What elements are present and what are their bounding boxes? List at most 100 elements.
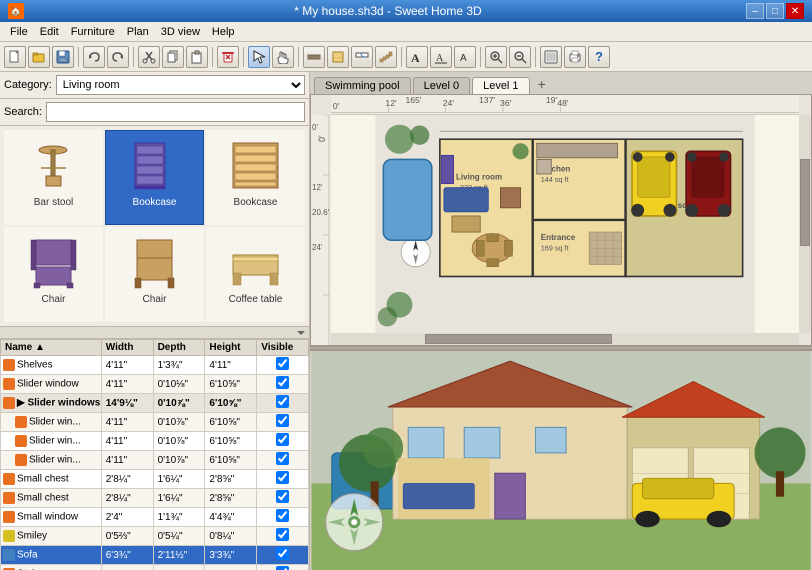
- table-row[interactable]: Small chest 2'8¼" 1'6¼" 2'8⅝": [1, 470, 309, 489]
- visible-checkbox[interactable]: [276, 490, 289, 503]
- furniture-item-coffee-table[interactable]: Coffee table: [206, 227, 305, 322]
- menu-3dview[interactable]: 3D view: [155, 24, 206, 40]
- room-tool[interactable]: [327, 46, 349, 68]
- plan-view[interactable]: 0' 12' 24' 36' 48' 165' 137' 19': [310, 94, 812, 346]
- tab-level-1[interactable]: Level 1: [472, 77, 529, 94]
- visible-checkbox[interactable]: [276, 471, 289, 484]
- stairs-tool[interactable]: [375, 46, 397, 68]
- select-tool[interactable]: [248, 46, 270, 68]
- visible-checkbox[interactable]: [276, 433, 289, 446]
- cell-width: 2'8¼": [101, 470, 153, 489]
- cell-visible[interactable]: [257, 432, 309, 451]
- cell-height: 2'8⅝": [205, 470, 257, 489]
- menu-furniture[interactable]: Furniture: [65, 24, 121, 40]
- visible-checkbox[interactable]: [276, 414, 289, 427]
- table-row[interactable]: Shelves 4'11" 1'3¾" 4'11": [1, 356, 309, 375]
- door-tool[interactable]: [351, 46, 373, 68]
- col-width[interactable]: Width: [101, 340, 153, 356]
- wall-tool[interactable]: [303, 46, 325, 68]
- table-row[interactable]: Slider win... 4'11" 0'10⅞" 6'10⅝": [1, 451, 309, 470]
- view-3d[interactable]: [310, 350, 812, 570]
- table-row[interactable]: ▶ Slider windows 14'9⅛" 0'10⅞" 6'10⅝": [1, 394, 309, 413]
- col-name[interactable]: Name ▲: [1, 340, 102, 356]
- visible-checkbox[interactable]: [276, 566, 289, 570]
- visible-checkbox[interactable]: [276, 395, 289, 408]
- add-level-button[interactable]: +: [532, 74, 552, 94]
- visible-checkbox[interactable]: [276, 528, 289, 541]
- cell-visible[interactable]: [257, 394, 309, 413]
- furniture-item-bar-stool[interactable]: Bar stool: [4, 130, 103, 225]
- menu-file[interactable]: File: [4, 24, 34, 40]
- col-height[interactable]: Height: [205, 340, 257, 356]
- maximize-button[interactable]: □: [766, 3, 784, 19]
- help-button[interactable]: ?: [588, 46, 610, 68]
- cell-visible[interactable]: [257, 451, 309, 470]
- copy-button[interactable]: [162, 46, 184, 68]
- tab-swimming-pool[interactable]: Swimming pool: [314, 77, 411, 94]
- table-row[interactable]: Sofa 6'3¾" 2'11½" 3'3¾": [1, 546, 309, 565]
- furniture-item-chair-1[interactable]: Chair: [4, 227, 103, 322]
- tab-level-0[interactable]: Level 0: [413, 77, 470, 94]
- search-input[interactable]: [46, 102, 305, 122]
- plan-scrollbar-thumb-v[interactable]: [800, 159, 810, 246]
- paste-button[interactable]: [186, 46, 208, 68]
- cell-visible[interactable]: [257, 527, 309, 546]
- cell-visible[interactable]: [257, 565, 309, 570]
- furniture-item-bookcase-selected[interactable]: Bookcase: [105, 130, 204, 225]
- hand-tool[interactable]: [272, 46, 294, 68]
- menu-edit[interactable]: Edit: [34, 24, 65, 40]
- col-visible[interactable]: Visible: [257, 340, 309, 356]
- coffee-table-label: Coffee table: [229, 294, 283, 305]
- table-row[interactable]: Small chest 2'8¼" 1'6¼" 2'8⅝": [1, 489, 309, 508]
- cell-visible[interactable]: [257, 489, 309, 508]
- close-button[interactable]: ✕: [786, 3, 804, 19]
- plan-canvas[interactable]: Living room 339 sq ft Kitchen 144 sq ft …: [331, 115, 799, 333]
- zoom-in-button[interactable]: [485, 46, 507, 68]
- category-select[interactable]: Living room Bedroom Kitchen Bathroom Off…: [56, 75, 305, 95]
- export-button[interactable]: [540, 46, 562, 68]
- cut-button[interactable]: [138, 46, 160, 68]
- undo-button[interactable]: [83, 46, 105, 68]
- save-button[interactable]: [52, 46, 74, 68]
- visible-checkbox[interactable]: [276, 357, 289, 370]
- print-button[interactable]: [564, 46, 586, 68]
- delete-button[interactable]: [217, 46, 239, 68]
- table-row[interactable]: Small window 2'4" 1'1¾" 4'4¾": [1, 508, 309, 527]
- minimize-button[interactable]: –: [746, 3, 764, 19]
- furniture-item-chair-2[interactable]: Chair: [105, 227, 204, 322]
- text-tool-2[interactable]: A: [430, 46, 452, 68]
- col-depth[interactable]: Depth: [153, 340, 205, 356]
- tab-bar: Swimming pool Level 0 Level 1 +: [310, 72, 812, 94]
- text-tool-3[interactable]: A: [454, 46, 476, 68]
- visible-checkbox[interactable]: [276, 452, 289, 465]
- furniture-table-container[interactable]: Name ▲ Width Depth Height Visible Shelve…: [0, 338, 309, 570]
- table-row[interactable]: Smiley 0'5⅔" 0'5¼" 0'8¼": [1, 527, 309, 546]
- open-button[interactable]: [28, 46, 50, 68]
- svg-text:0': 0': [312, 123, 318, 132]
- ruler-horizontal: 0' 12' 24' 36' 48' 165' 137' 19': [331, 95, 799, 115]
- cell-visible[interactable]: [257, 508, 309, 527]
- plan-scrollbar-horizontal[interactable]: [331, 333, 799, 345]
- text-tool-1[interactable]: A: [406, 46, 428, 68]
- furniture-item-bookcase-2[interactable]: Bookcase: [206, 130, 305, 225]
- cell-visible[interactable]: [257, 546, 309, 565]
- new-button[interactable]: [4, 46, 26, 68]
- table-row[interactable]: Slider win... 4'11" 0'10⅞" 6'10⅝": [1, 413, 309, 432]
- visible-checkbox[interactable]: [276, 509, 289, 522]
- redo-button[interactable]: [107, 46, 129, 68]
- cell-visible[interactable]: [257, 470, 309, 489]
- table-row[interactable]: Slider window 4'11" 0'10⅛" 6'10⅝": [1, 375, 309, 394]
- cell-visible[interactable]: [257, 375, 309, 394]
- menu-plan[interactable]: Plan: [121, 24, 155, 40]
- cell-visible[interactable]: [257, 356, 309, 375]
- cell-visible[interactable]: [257, 413, 309, 432]
- plan-scrollbar-vertical[interactable]: [799, 115, 811, 333]
- zoom-out-button[interactable]: [509, 46, 531, 68]
- cell-depth: 0'5¼": [153, 527, 205, 546]
- visible-checkbox[interactable]: [276, 547, 289, 560]
- table-row[interactable]: Stair case 7'1" 7'0½" 11'8¾": [1, 565, 309, 570]
- plan-scrollbar-thumb-h[interactable]: [425, 334, 612, 344]
- visible-checkbox[interactable]: [276, 376, 289, 389]
- menu-help[interactable]: Help: [206, 24, 241, 40]
- table-row[interactable]: Slider win... 4'11" 0'10⅞" 6'10⅝": [1, 432, 309, 451]
